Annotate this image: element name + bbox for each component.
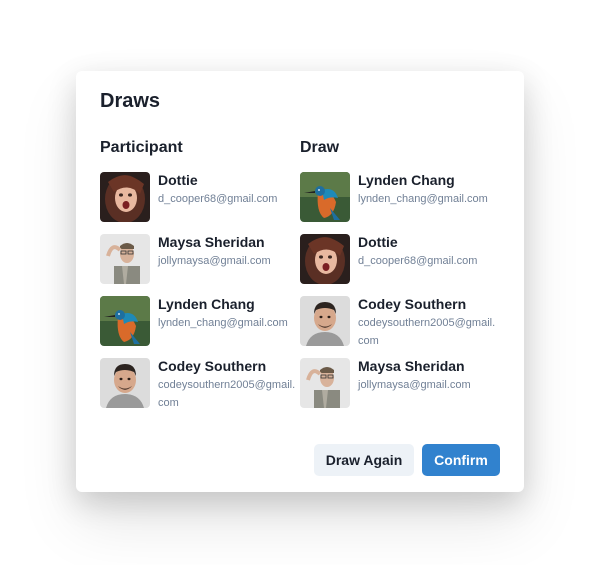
draw-again-button[interactable]: Draw Again <box>314 444 414 476</box>
draw-header: Draw <box>300 139 340 156</box>
confirm-button[interactable]: Confirm <box>422 444 500 476</box>
draw-name: Codey Southern <box>358 296 467 312</box>
draw-item: Codey Southern codeysouthern2005@gmail.c… <box>300 296 500 347</box>
participant-column: Participant Dottie d_cooper68@gmail.com … <box>100 139 300 420</box>
participant-item: Maysa Sheridan jollymaysa@gmail.com <box>100 234 300 284</box>
participant-item: Codey Southern codeysouthern2005@gmail.c… <box>100 358 300 409</box>
man-glasses-avatar <box>300 358 350 408</box>
modal-title: Draws <box>100 90 161 112</box>
draw-email: lynden_chang@gmail.com <box>358 193 488 205</box>
participant-name: Lynden Chang <box>158 296 255 312</box>
woman-avatar <box>300 234 350 284</box>
participant-name: Dottie <box>158 172 198 188</box>
participant-name: Maysa Sheridan <box>158 234 265 250</box>
man-avatar <box>100 358 150 408</box>
draw-name: Maysa Sheridan <box>358 358 465 374</box>
draw-item: Maysa Sheridan jollymaysa@gmail.com <box>300 358 500 408</box>
draw-name: Dottie <box>358 234 398 250</box>
draw-email: jollymaysa@gmail.com <box>358 379 471 391</box>
draws-modal: Draws Participant Dottie d_cooper68@gmai… <box>76 71 524 492</box>
participant-email: jollymaysa@gmail.com <box>158 255 271 267</box>
man-avatar <box>300 296 350 346</box>
participant-email: lynden_chang@gmail.com <box>158 317 288 329</box>
draw-item: Dottie d_cooper68@gmail.com <box>300 234 500 284</box>
draw-name: Lynden Chang <box>358 172 455 188</box>
participant-email: codeysouthern2005@gmail.com <box>158 379 296 409</box>
draw-email: d_cooper68@gmail.com <box>358 255 478 267</box>
kingfisher-avatar <box>300 172 350 222</box>
man-glasses-avatar <box>100 234 150 284</box>
draw-column: Draw Lynden Chang lynden_chang@gmail.com… <box>300 139 500 420</box>
draw-item: Lynden Chang lynden_chang@gmail.com <box>300 172 500 222</box>
participant-item: Dottie d_cooper68@gmail.com <box>100 172 300 222</box>
draw-email: codeysouthern2005@gmail.com <box>358 317 496 347</box>
participant-email: d_cooper68@gmail.com <box>158 193 278 205</box>
woman-avatar <box>100 172 150 222</box>
participant-name: Codey Southern <box>158 358 267 374</box>
kingfisher-avatar <box>100 296 150 346</box>
participant-item: Lynden Chang lynden_chang@gmail.com <box>100 296 300 346</box>
participant-header: Participant <box>100 139 183 156</box>
